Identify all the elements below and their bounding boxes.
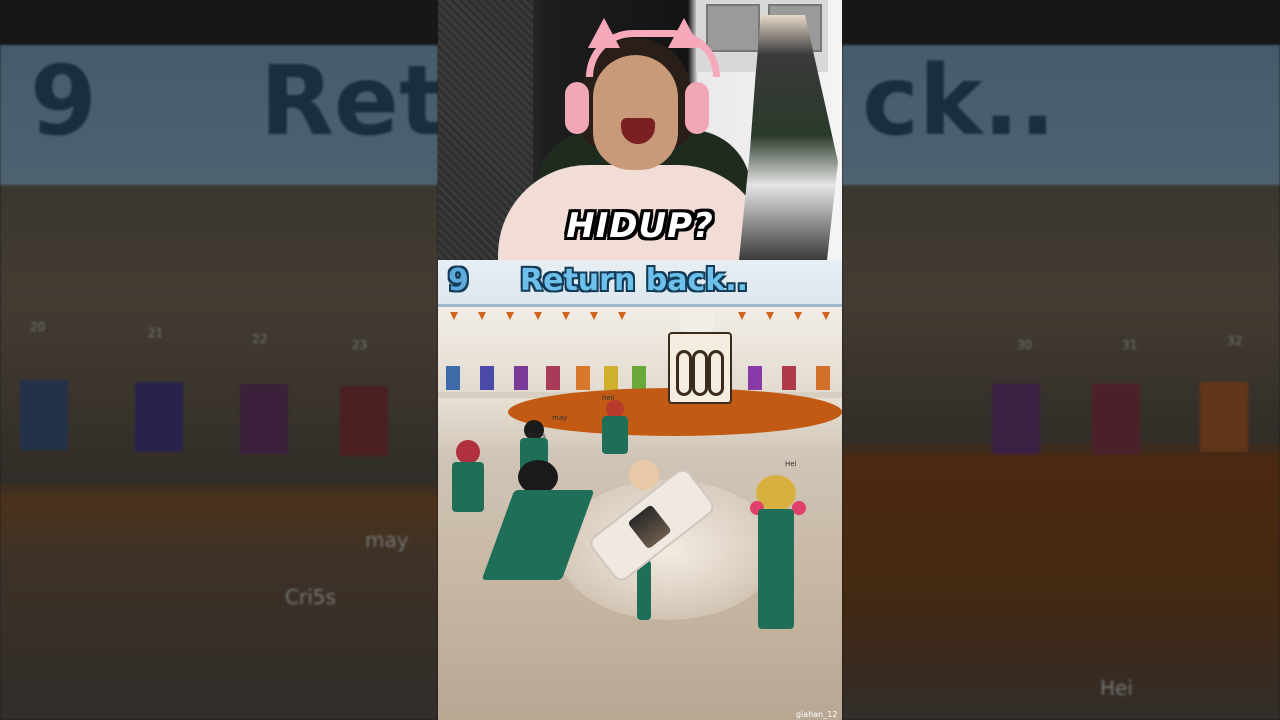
game-view: may Cri5s heil Hei 9 Return back.. [438,260,842,720]
bg-door-number: 32 [1227,334,1243,348]
bg-door-number: 31 [1122,338,1138,352]
bg-door-number: 21 [148,326,164,340]
bg-stage-number: 9 [30,45,97,157]
numbered-door [576,366,590,390]
play-button-award [706,4,760,52]
player-tag: Hei [785,460,797,468]
headphone-cup [685,82,709,134]
bg-door-number: 22 [252,332,268,346]
avatar-head [629,460,659,490]
bg-stage-title-right: ck.. [862,45,1056,157]
stage-banner: 9 Return back.. [438,260,842,307]
bg-door-number: 23 [352,338,368,352]
video-caption: HIDUP? [566,206,714,246]
background-left-blur: 9 Ret 20 21 22 23 may Cri5s [0,0,438,720]
bg-player-tag: may [365,528,409,552]
bg-door-number: 30 [1017,338,1033,352]
giant-cake [668,332,732,404]
stage-number: 9 [448,263,469,298]
bg-door [20,380,68,450]
background-right-blur: ck.. 30 31 32 Hei [842,0,1280,720]
carousel-horse [680,310,714,332]
numbered-door [632,366,646,390]
player-tag-bottom: giahan_12 [796,710,838,719]
bg-player-tag: Cri5s [285,585,336,609]
numbered-door [546,366,560,390]
webcam-feed: HIDUP? [438,0,842,275]
bg-door [135,382,183,452]
headphone-cup [565,82,589,134]
avatar-head [456,440,480,464]
stage-title: Return back.. [520,263,748,298]
player-tag: Cri5s [528,432,546,440]
avatar-suit [602,416,628,454]
cat-ear-icon [588,18,620,48]
numbered-door [604,366,618,390]
cake-ring [676,350,692,396]
numbered-door [816,366,830,390]
pillow-character [627,504,672,550]
cat-ear-icon [668,18,700,48]
bg-door [1092,384,1140,454]
pink-earmuff [792,501,806,515]
numbered-door [782,366,796,390]
player-tag: may [552,414,568,422]
bg-player-tag: Hei [1100,676,1133,700]
numbered-door [446,366,460,390]
avatar-suit [452,462,484,512]
avatar-suit [758,509,794,629]
bg-door [240,384,288,454]
cake-ring [692,350,708,396]
numbered-door [514,366,528,390]
bg-door [340,386,388,456]
avatar-head [518,460,558,494]
bg-stage-title-left: Ret [260,45,438,157]
bg-door [992,384,1040,454]
numbered-door [480,366,494,390]
numbered-door [748,366,762,390]
bg-door-number: 20 [30,320,46,334]
cake-ring [708,350,724,396]
video-frame: HIDUP? may Cri5s heil Hei 9 Return back.… [438,0,842,720]
bg-door [1200,382,1248,452]
player-tag: heil [602,394,615,402]
